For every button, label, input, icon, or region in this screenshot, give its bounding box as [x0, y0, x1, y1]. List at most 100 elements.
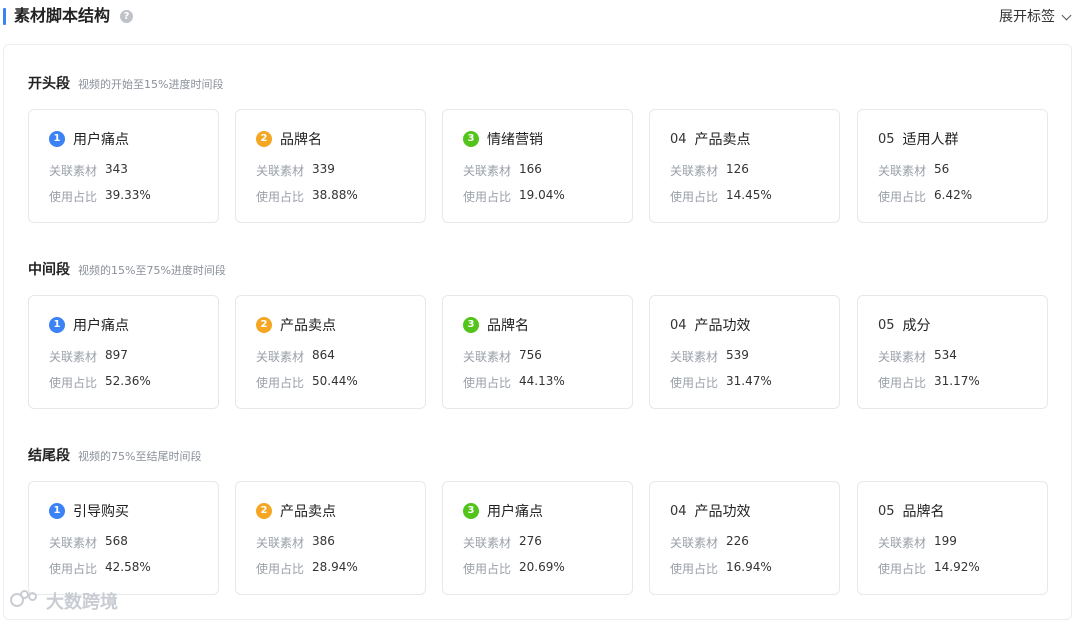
usage-ratio-label: 使用占比: [463, 562, 512, 576]
card-title: 04 产品功效: [670, 501, 751, 521]
usage-ratio-label: 使用占比: [670, 562, 719, 576]
related-count-label: 关联素材: [463, 536, 512, 550]
card-title: 05 成分: [878, 315, 931, 335]
tag-card[interactable]: 2 产品卖点关联素材 386 使用占比 28.94%: [235, 481, 426, 595]
card-title: 3 用户痛点: [463, 501, 543, 521]
related-count-row: 关联素材 226: [670, 534, 749, 551]
tag-card[interactable]: 05 品牌名关联素材 199 使用占比 14.92%: [857, 481, 1048, 595]
usage-ratio-row: 使用占比 16.94%: [670, 560, 772, 577]
related-count-row: 关联素材 126: [670, 162, 749, 179]
tag-card[interactable]: 1 用户痛点 关联素材 897 使用占比 52.36%: [28, 295, 219, 409]
rank-badge: 2: [256, 503, 272, 519]
structure-panel: 开头段 视频的开始至15%进度时间段 1 用户痛点 关联素材 343 使用占比 39.33% 2…: [3, 44, 1072, 620]
related-count-label: 关联素材: [463, 350, 512, 364]
expand-tags-button[interactable]: 展开标签: [999, 7, 1072, 27]
related-count-row: 关联素材 534: [878, 348, 957, 365]
usage-ratio-label: 使用占比: [463, 190, 512, 204]
usage-ratio-row: 使用占比 39.33%: [49, 188, 151, 205]
usage-ratio-value: 16.94%: [726, 560, 772, 574]
usage-ratio-row: 使用占比 38.88%: [256, 188, 358, 205]
tag-card[interactable]: 05 适用人群 关联素材 56 使用占比 6.42%: [857, 109, 1048, 223]
related-count-value: 534: [934, 348, 957, 362]
usage-ratio-value: 14.45%: [726, 188, 772, 202]
related-count-row: 关联素材 386: [256, 534, 335, 551]
question-icon[interactable]: ?: [120, 10, 133, 23]
related-count-row: 关联素材 864: [256, 348, 335, 365]
section-header: 结尾段 视频的75%至结尾时间段: [28, 445, 1058, 467]
related-count-label: 关联素材: [878, 350, 927, 364]
tag-card[interactable]: 05 成分关联素材 534 使用占比 31.17%: [857, 295, 1048, 409]
related-count-row: 关联素材 568: [49, 534, 128, 551]
related-count-value: 166: [519, 162, 542, 176]
related-count-row: 关联素材 199: [878, 534, 957, 551]
tag-card[interactable]: 3 品牌名 关联素材 756 使用占比 44.13%: [442, 295, 633, 409]
usage-ratio-value: 31.47%: [726, 374, 772, 388]
expand-tags-label: 展开标签: [999, 9, 1055, 25]
tag-card[interactable]: 2 产品卖点 关联素材 864 使用占比 50.44%: [235, 295, 426, 409]
usage-ratio-value: 52.36%: [105, 374, 151, 388]
usage-ratio-row: 使用占比 52.36%: [49, 374, 151, 391]
usage-ratio-row: 使用占比 50.44%: [256, 374, 358, 391]
usage-ratio-value: 28.94%: [312, 560, 358, 574]
related-count-value: 568: [105, 534, 128, 548]
card-title-label: 品牌名: [280, 132, 322, 148]
related-count-row: 关联素材 56: [878, 162, 949, 179]
usage-ratio-value: 50.44%: [312, 374, 358, 388]
related-count-value: 343: [105, 162, 128, 176]
related-count-value: 386: [312, 534, 335, 548]
tag-card[interactable]: 3 用户痛点 关联素材 276 使用占比 20.69%: [442, 481, 633, 595]
usage-ratio-label: 使用占比: [878, 376, 927, 390]
section-3: 结尾段 视频的75%至结尾时间段 1 引导购买 关联素材 568 使用占比 42.58% 2 产品…: [28, 445, 1058, 595]
card-title: 04 产品功效: [670, 315, 751, 335]
tag-card[interactable]: 2 品牌名 关联素材 339 使用占比 38.88%: [235, 109, 426, 223]
usage-ratio-row: 使用占比 14.92%: [878, 560, 980, 577]
card-title-label: 产品卖点: [280, 318, 336, 334]
related-count-label: 关联素材: [878, 536, 927, 550]
tag-card[interactable]: 04 产品功效 关联素材 226 使用占比 16.94%: [649, 481, 840, 595]
rank-badge: 2: [256, 131, 272, 147]
usage-ratio-row: 使用占比 28.94%: [256, 560, 358, 577]
related-count-label: 关联素材: [49, 164, 98, 178]
card-title-label: 用户痛点: [73, 318, 129, 334]
section-title: 中间段: [28, 262, 70, 278]
section-description: 视频的开始至15%进度时间段: [78, 78, 224, 91]
tag-card[interactable]: 04 产品卖点 关联素材 126 使用占比 14.45%: [649, 109, 840, 223]
usage-ratio-row: 使用占比 42.58%: [49, 560, 151, 577]
card-title-label: 产品功效: [694, 318, 751, 334]
card-title: 1 引导购买: [49, 501, 129, 521]
usage-ratio-value: 19.04%: [519, 188, 565, 202]
card-list: 1 用户痛点 关联素材 343 使用占比 39.33% 2 品牌名 关联素材 339 使用占比 38.…: [28, 109, 1058, 223]
related-count-label: 关联素材: [463, 164, 512, 178]
related-count-row: 关联素材 276: [463, 534, 542, 551]
rank-badge: 1: [49, 317, 65, 333]
related-count-label: 关联素材: [670, 164, 719, 178]
tag-card[interactable]: 1 用户痛点关联素材 343 使用占比 39.33%: [28, 109, 219, 223]
page-title: 素材脚本结构: [14, 6, 111, 25]
card-title: 1 用户痛点: [49, 129, 129, 149]
usage-ratio-label: 使用占比: [878, 190, 927, 204]
usage-ratio-label: 使用占比: [670, 190, 719, 204]
related-count-row: 关联素材 756: [463, 348, 542, 365]
section-description: 视频的75%至结尾时间段: [78, 450, 202, 463]
section-header: 开头段 视频的开始至15%进度时间段: [28, 73, 1058, 95]
usage-ratio-row: 使用占比 19.04%: [463, 188, 565, 205]
related-count-label: 关联素材: [670, 350, 719, 364]
tag-card[interactable]: 1 引导购买关联素材 568 使用占比 42.58%: [28, 481, 219, 595]
card-title: 2 品牌名: [256, 129, 322, 149]
tag-card[interactable]: 3 情绪营销 关联素材 166 使用占比 19.04%: [442, 109, 633, 223]
related-count-label: 关联素材: [256, 350, 305, 364]
usage-ratio-label: 使用占比: [463, 376, 512, 390]
usage-ratio-row: 使用占比 6.42%: [878, 188, 972, 205]
related-count-row: 关联素材 166: [463, 162, 542, 179]
card-title: 2 产品卖点: [256, 501, 336, 521]
card-title: 05 适用人群: [878, 129, 959, 149]
card-title: 05 品牌名: [878, 501, 945, 521]
related-count-value: 339: [312, 162, 335, 176]
usage-ratio-value: 38.88%: [312, 188, 358, 202]
card-title-label: 用户痛点: [73, 132, 129, 148]
tag-card[interactable]: 04 产品功效 关联素材 539 使用占比 31.47%: [649, 295, 840, 409]
rank-number: 04: [670, 317, 687, 333]
usage-ratio-row: 使用占比 31.17%: [878, 374, 980, 391]
watermark: 大数跨境: [10, 588, 118, 614]
card-title-label: 品牌名: [487, 318, 529, 334]
